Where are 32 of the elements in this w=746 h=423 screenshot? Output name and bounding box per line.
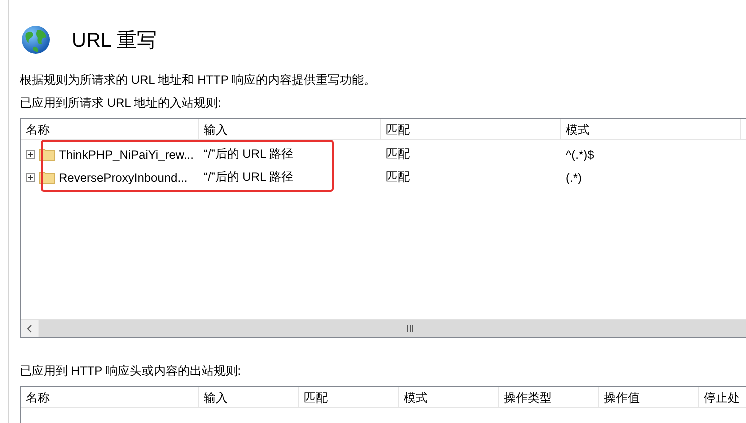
expand-button[interactable] [26, 150, 35, 159]
table-cell: 匹配 [386, 169, 410, 186]
table-cell: “/”后的 URL 路径 [204, 146, 294, 163]
expand-button[interactable] [26, 173, 35, 182]
table-cell: (.*) [566, 170, 582, 184]
globe-icon [20, 24, 52, 56]
chevron-left-icon [27, 324, 32, 332]
column-header[interactable]: 名称 [21, 387, 199, 407]
table-cell: 匹配 [386, 146, 410, 163]
section-label: 已应用到 HTTP 响应头或内容的出站规则: [20, 363, 242, 380]
column-header[interactable]: 操作类型 [499, 387, 599, 407]
section-label: 已应用到所请求 URL 地址的入站规则: [20, 95, 223, 112]
table-cell: ^(.*)$ [566, 148, 594, 162]
column-header[interactable]: 匹配 [299, 387, 399, 407]
column-header[interactable]: 名称 [21, 119, 199, 139]
column-header[interactable]: 输入 [199, 119, 381, 139]
column-header[interactable]: 匹配 [381, 119, 561, 139]
plus-icon [28, 175, 33, 180]
scrollbar-thumb[interactable] [39, 320, 746, 337]
column-header[interactable]: 模式 [561, 119, 741, 139]
column-header[interactable]: 停止处 [699, 387, 746, 407]
column-header[interactable]: 输入 [199, 387, 299, 407]
rule-name[interactable]: ThinkPHP_NiPaiYi_rew... [59, 148, 194, 162]
column-header[interactable]: 操作值 [599, 387, 699, 407]
rule-name[interactable]: ReverseProxyInbound... [59, 170, 188, 184]
scroll-left-button[interactable] [21, 320, 38, 337]
description-text: 根据规则为所请求的 URL 地址和 HTTP 响应的内容提供重写功能。 [20, 72, 378, 89]
plus-icon [28, 152, 33, 157]
grip-icon [406, 325, 414, 332]
page-title: URL 重写 [72, 28, 157, 54]
column-header[interactable]: 模式 [399, 387, 499, 407]
table-cell: “/”后的 URL 路径 [204, 169, 294, 186]
